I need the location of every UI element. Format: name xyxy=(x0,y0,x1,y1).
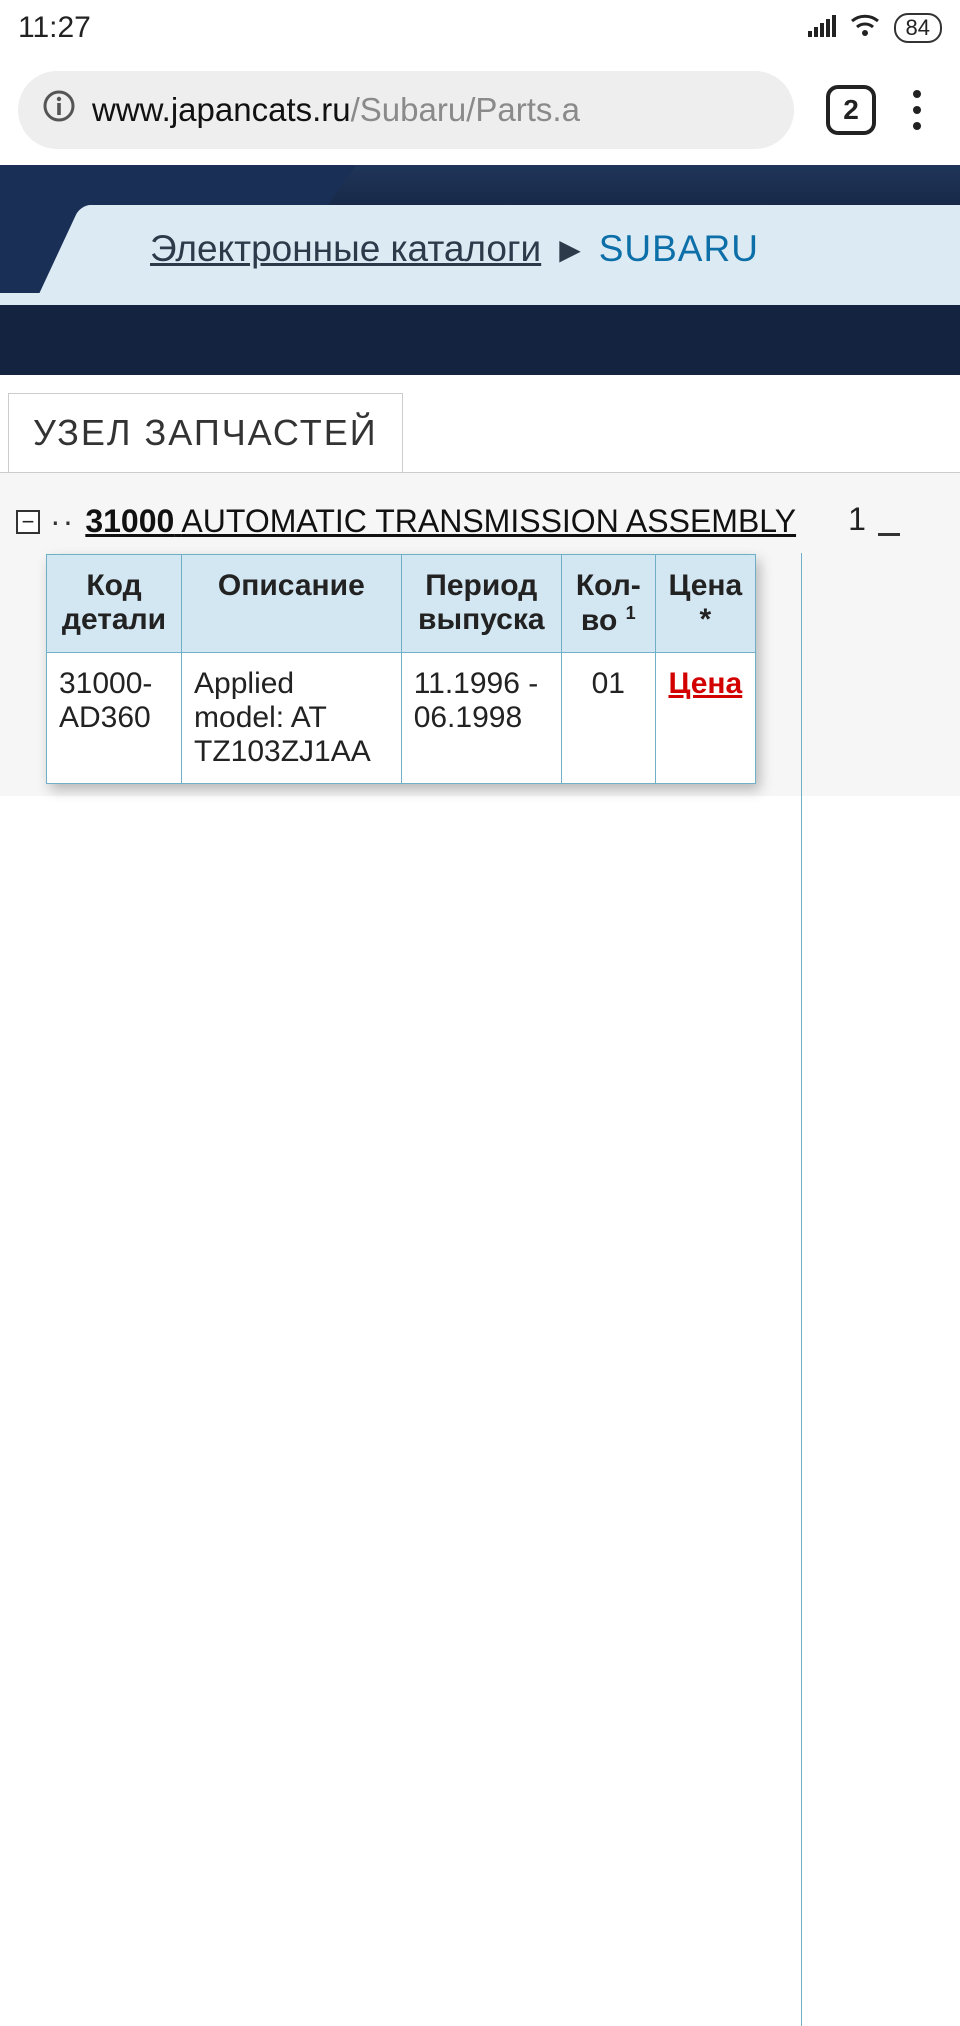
breadcrumb: Электронные каталоги ▶ SUBARU xyxy=(100,205,960,293)
th-period: Период выпуска xyxy=(401,555,561,653)
tree-collapse-icon[interactable]: − xyxy=(16,510,40,534)
url-domain: www.japancats.ru xyxy=(92,91,351,128)
th-qty: Кол-во 1 xyxy=(561,555,655,653)
diagram-ref-number: 1 xyxy=(848,501,872,538)
table-row: 31000-AD360 Applied model: AT TZ103ZJ1AA… xyxy=(47,653,756,784)
breadcrumb-root-link[interactable]: Электронные каталоги xyxy=(150,228,541,270)
tree-dots: ·· xyxy=(50,503,75,540)
battery-indicator: 84 xyxy=(894,13,942,43)
diagram-divider xyxy=(801,553,802,2026)
cell-part-code: 31000-AD360 xyxy=(47,653,182,784)
cell-price: Цена xyxy=(655,653,755,784)
assembly-code: 31000 xyxy=(85,503,174,539)
site-info-icon[interactable] xyxy=(42,89,76,131)
cell-description: Applied model: AT TZ103ZJ1AA xyxy=(182,653,402,784)
status-indicators: 84 xyxy=(808,11,942,45)
wifi-icon xyxy=(850,11,880,45)
assembly-link[interactable]: 31000 AUTOMATIC TRANSMISSION ASSEMBLY xyxy=(85,503,796,540)
site-header: Электронные каталоги ▶ SUBARU xyxy=(0,165,960,293)
tab-switcher-button[interactable]: 2 xyxy=(826,85,876,135)
cell-qty: 01 xyxy=(561,653,655,784)
breadcrumb-current: SUBARU xyxy=(599,228,759,270)
assembly-name: AUTOMATIC TRANSMISSION ASSEMBLY xyxy=(181,503,796,539)
page-content: УЗЕЛ ЗАПЧАСТЕЙ − ·· 31000 AUTOMATIC TRAN… xyxy=(0,375,960,1696)
status-time: 11:27 xyxy=(18,11,91,45)
url-text: www.japancats.ru/Subaru/Parts.a xyxy=(92,91,580,129)
status-bar: 11:27 84 xyxy=(0,0,960,55)
address-bar[interactable]: www.japancats.ru/Subaru/Parts.a xyxy=(18,71,794,149)
more-menu-button[interactable] xyxy=(892,90,942,130)
chevron-right-icon: ▶ xyxy=(559,233,581,266)
signal-icon xyxy=(808,11,836,45)
header-separator xyxy=(0,293,960,375)
parts-table: Код детали Описание Период выпуска Кол-в… xyxy=(46,554,756,784)
section-tab-title[interactable]: УЗЕЛ ЗАПЧАСТЕЙ xyxy=(8,393,403,472)
th-price: Цена * xyxy=(655,555,755,653)
diagram-ref: 1 xyxy=(794,501,954,538)
th-desc: Описание xyxy=(182,555,402,653)
th-code: Код детали xyxy=(47,555,182,653)
browser-toolbar: www.japancats.ru/Subaru/Parts.a 2 xyxy=(0,55,960,165)
url-path: /Subaru/Parts.a xyxy=(351,91,580,128)
price-link[interactable]: Цена xyxy=(668,667,742,700)
table-header-row: Код детали Описание Период выпуска Кол-в… xyxy=(47,555,756,653)
cell-period: 11.1996 - 06.1998 xyxy=(401,653,561,784)
